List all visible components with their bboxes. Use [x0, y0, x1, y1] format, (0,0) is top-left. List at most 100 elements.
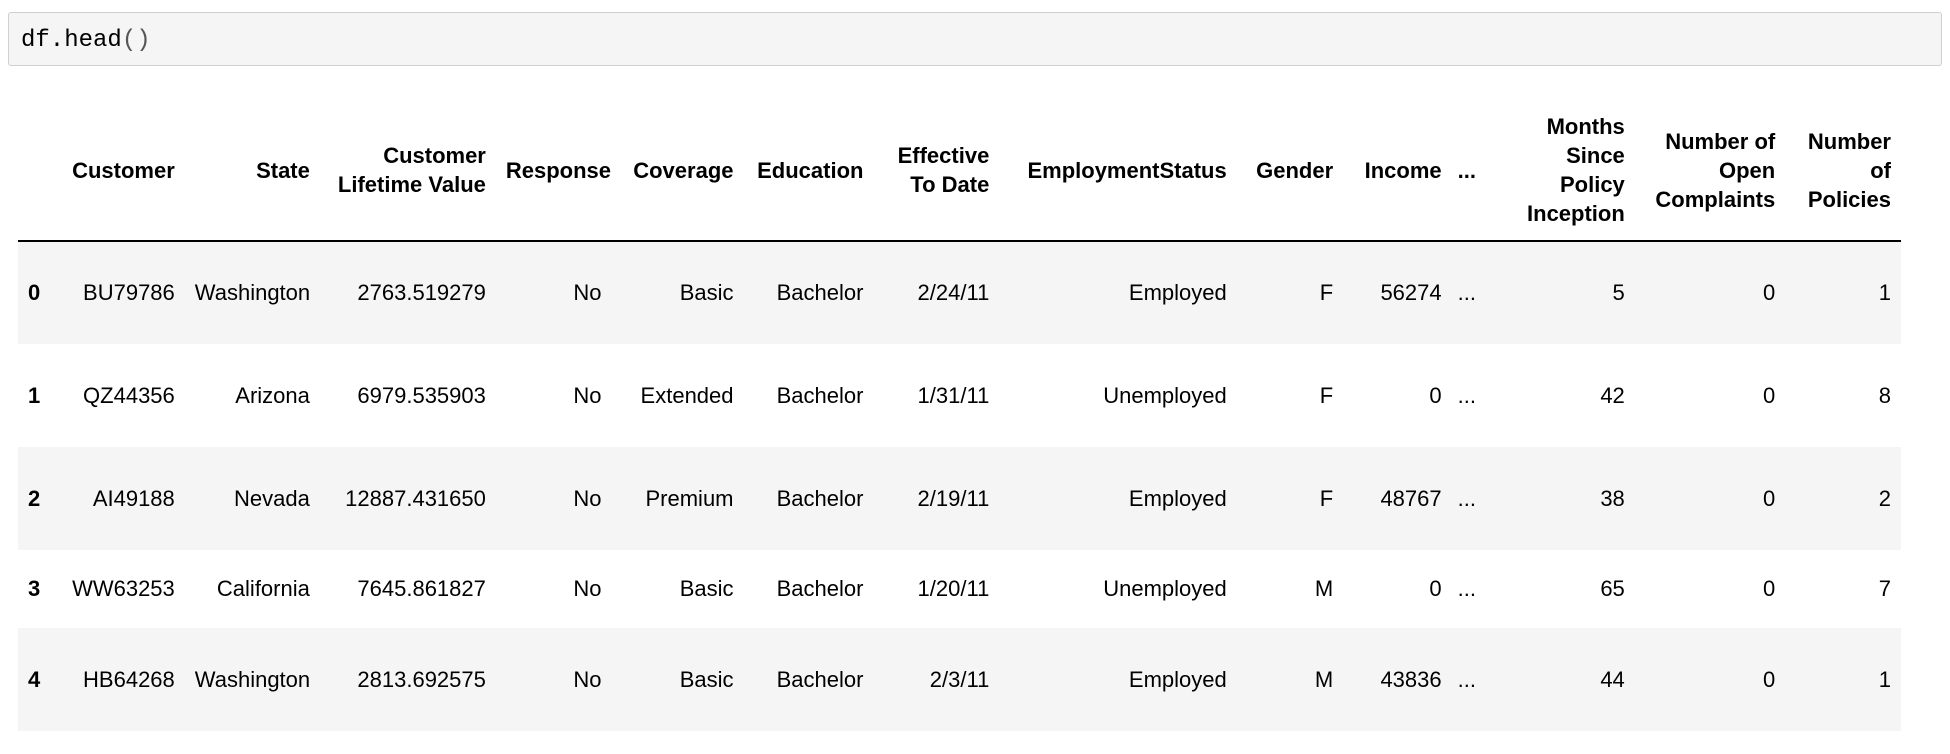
column-header: Number of Policies	[1785, 110, 1901, 242]
table-cell: Nevada	[234, 485, 310, 511]
table-row: 1 QZ44356 Arizona 6979.535903 No Extended Bach…	[18, 344, 1901, 447]
table-cell: Unemployed	[1103, 382, 1227, 408]
table-cell: F	[1319, 280, 1334, 305]
table-cell: 0	[1762, 382, 1776, 408]
column-header: Customer Lifetime Value	[319, 110, 496, 242]
table-cell: 0	[1429, 576, 1442, 601]
table-cell: 0	[1429, 382, 1442, 408]
table-cell: AI49188	[92, 485, 175, 511]
table-cell: 7	[1878, 576, 1891, 601]
table-cell: 43836	[1380, 666, 1442, 692]
table-cell: 7645.861827	[357, 576, 486, 601]
column-header-ellipsis: ...	[1451, 110, 1492, 242]
ellipsis-cell: ...	[1457, 382, 1476, 408]
table-cell: 65	[1600, 576, 1625, 601]
table-cell: M	[1314, 666, 1334, 692]
table-cell: Unemployed	[1103, 576, 1227, 601]
table-cell: 42	[1600, 382, 1625, 408]
table-cell: 1	[1878, 280, 1891, 305]
table-cell: 2	[1878, 485, 1891, 511]
ellipsis-cell: ...	[1457, 485, 1476, 511]
table-cell: No	[573, 382, 602, 408]
table-row: 0 BU79786 Washington 2763.519279 No Basic Bach…	[18, 241, 1901, 344]
column-header: Income	[1343, 110, 1452, 242]
row-index: 4	[28, 666, 41, 692]
table-cell: 56274	[1380, 280, 1442, 305]
column-header: Gender	[1236, 110, 1344, 242]
table-cell: No	[573, 280, 602, 305]
row-index: 3	[28, 576, 41, 601]
column-header: EmploymentStatus	[999, 110, 1237, 242]
column-header: Response	[495, 110, 612, 242]
table-cell: Premium	[645, 485, 734, 511]
table-cell: Washington	[194, 280, 311, 305]
table-cell: 2/24/11	[917, 280, 990, 305]
table-cell: 12887.431650	[345, 485, 486, 511]
table-cell: Bachelor	[776, 576, 864, 601]
table-row: 3 WW63253 California 7645.861827 No Basic Bach…	[18, 550, 1901, 628]
table-cell: Employed	[1128, 666, 1227, 692]
table-cell: 2813.692575	[357, 666, 486, 692]
table-cell: 1/31/11	[917, 382, 990, 408]
ellipsis-cell: ...	[1457, 576, 1476, 601]
table-cell: Washington	[194, 666, 311, 692]
table-row: 2 AI49188 Nevada 12887.431650 No Premium Bache…	[18, 447, 1901, 550]
table-cell: 2763.519279	[357, 280, 486, 305]
table-cell: F	[1319, 382, 1334, 408]
table-row: 4 HB64268 Washington 2813.692575 No Basic Bach…	[18, 628, 1901, 731]
table-cell: 5	[1612, 280, 1625, 305]
table-cell: Basic	[679, 280, 734, 305]
table-cell: Bachelor	[776, 280, 864, 305]
table-cell: Employed	[1128, 280, 1227, 305]
table-cell: No	[573, 576, 602, 601]
index-header	[18, 110, 53, 242]
table-cell: No	[573, 666, 602, 692]
table-cell: 0	[1762, 576, 1776, 601]
row-index: 2	[28, 485, 41, 511]
column-header: Number of Open Complaints	[1634, 110, 1786, 242]
table-cell: 2/19/11	[917, 485, 990, 511]
code-parens: ()	[121, 27, 151, 54]
table-cell: HB64268	[83, 666, 175, 692]
table-cell: 0	[1762, 280, 1776, 305]
code-input-cell[interactable]: df.head()	[8, 12, 1942, 66]
code-function: df.head	[21, 27, 122, 54]
table-cell: 8	[1878, 382, 1891, 408]
table-cell: California	[216, 576, 310, 601]
column-header: Education	[743, 110, 874, 242]
table-cell: F	[1319, 485, 1334, 511]
table-cell: Arizona	[235, 382, 310, 408]
column-header: Customer	[52, 110, 185, 242]
row-index: 0	[28, 280, 41, 305]
table-cell: No	[573, 485, 602, 511]
table-cell: 6979.535903	[357, 382, 486, 408]
table-cell: 2/3/11	[929, 666, 990, 692]
table-cell: Extended	[640, 382, 734, 408]
table-cell: Bachelor	[776, 666, 864, 692]
header-row: Customer State Customer Lifetime Value R…	[18, 110, 1901, 242]
table-cell: 38	[1600, 485, 1625, 511]
table-cell: M	[1314, 576, 1334, 601]
ellipsis-cell: ...	[1457, 666, 1476, 692]
column-header: Coverage	[611, 110, 744, 242]
table-cell: QZ44356	[83, 382, 175, 408]
table-cell: Basic	[679, 666, 734, 692]
table-cell: Bachelor	[776, 485, 864, 511]
table-cell: BU79786	[83, 280, 175, 305]
table-cell: 44	[1600, 666, 1625, 692]
table-cell: Basic	[679, 576, 734, 601]
column-header: Effective To Date	[873, 110, 1000, 242]
table-cell: 0	[1762, 485, 1776, 511]
table-cell: Bachelor	[776, 382, 864, 408]
column-header: Months Since Policy Inception	[1491, 110, 1635, 242]
table-cell: Employed	[1128, 485, 1227, 511]
table-cell: 1	[1878, 666, 1891, 692]
table-cell: 48767	[1380, 485, 1442, 511]
table-cell: 0	[1762, 666, 1776, 692]
table-cell: 1/20/11	[917, 576, 990, 601]
table-cell: WW63253	[72, 576, 175, 601]
code-text[interactable]: df.head()	[21, 27, 151, 55]
column-header: State	[184, 110, 320, 242]
ellipsis-cell: ...	[1457, 280, 1476, 305]
row-index: 1	[28, 382, 41, 408]
